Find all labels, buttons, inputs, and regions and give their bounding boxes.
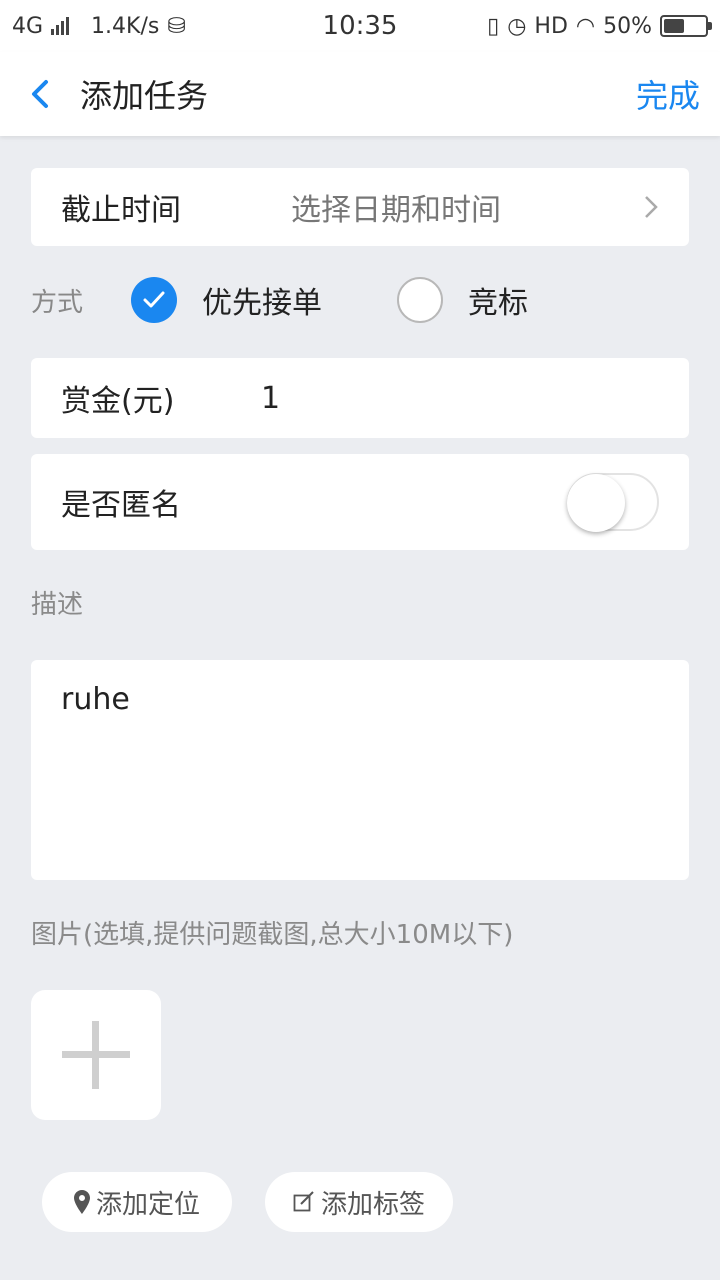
- back-button[interactable]: [0, 52, 80, 136]
- description-input[interactable]: [31, 660, 689, 880]
- chevron-left-icon: [32, 80, 48, 108]
- images-label: 图片(选填,提供问题截图,总大小10M以下): [31, 920, 514, 950]
- anonymous-toggle[interactable]: [567, 473, 659, 532]
- anonymous-label: 是否匿名: [61, 488, 181, 523]
- add-location-label: 添加定位: [95, 1189, 200, 1220]
- battery-percent: 50%: [603, 13, 652, 39]
- signal-icon: [51, 17, 70, 35]
- wifi-icon: ◠: [575, 13, 596, 39]
- description-label: 描述: [31, 590, 84, 620]
- radio-unchecked-icon: [397, 277, 443, 323]
- add-location-button[interactable]: 添加定位: [42, 1172, 232, 1232]
- alarm-icon: ◷: [507, 13, 527, 39]
- mode-option-label: 竞标: [468, 286, 528, 321]
- add-image-button[interactable]: [31, 990, 161, 1120]
- status-bar: 4G 1.4K/s ⛁ 10:35 ▯ ◷ HD ◠ 50%: [0, 0, 720, 52]
- vibrate-icon: ▯: [487, 13, 500, 39]
- network-type: 4G: [12, 13, 44, 39]
- chevron-right-icon: [645, 196, 658, 218]
- deadline-placeholder: 选择日期和时间: [291, 193, 501, 228]
- app-header: 添加任务 完成: [0, 52, 720, 136]
- mode-selector: 方式 优先接单 竞标: [31, 272, 689, 328]
- deadline-field[interactable]: 截止时间 选择日期和时间: [31, 168, 689, 246]
- deadline-label: 截止时间: [61, 193, 181, 228]
- add-tag-button[interactable]: 添加标签: [265, 1172, 453, 1232]
- description-box: [31, 660, 689, 880]
- radio-checked-icon: [131, 277, 177, 323]
- network-speed: 1.4K/s: [91, 13, 160, 39]
- anonymous-field: 是否匿名: [31, 454, 689, 550]
- location-pin-icon: [73, 1190, 90, 1214]
- hd-indicator: HD: [534, 13, 568, 39]
- reward-label: 赏金(元): [61, 384, 175, 419]
- toggle-knob: [567, 474, 625, 532]
- edit-icon: [293, 1191, 314, 1212]
- mode-option-label: 优先接单: [202, 286, 322, 321]
- data-warning-icon: ⛁: [167, 13, 186, 39]
- reward-field: 赏金(元) 1: [31, 358, 689, 438]
- page-title: 添加任务: [80, 77, 209, 115]
- add-tag-label: 添加标签: [320, 1189, 425, 1220]
- mode-option-priority[interactable]: 优先接单: [131, 277, 397, 323]
- mode-option-bidding[interactable]: 竞标: [397, 277, 528, 323]
- done-button[interactable]: 完成: [636, 52, 700, 136]
- plus-icon: [62, 1021, 130, 1089]
- battery-icon: [660, 15, 712, 37]
- mode-label: 方式: [31, 287, 84, 318]
- reward-input[interactable]: 1: [261, 381, 280, 416]
